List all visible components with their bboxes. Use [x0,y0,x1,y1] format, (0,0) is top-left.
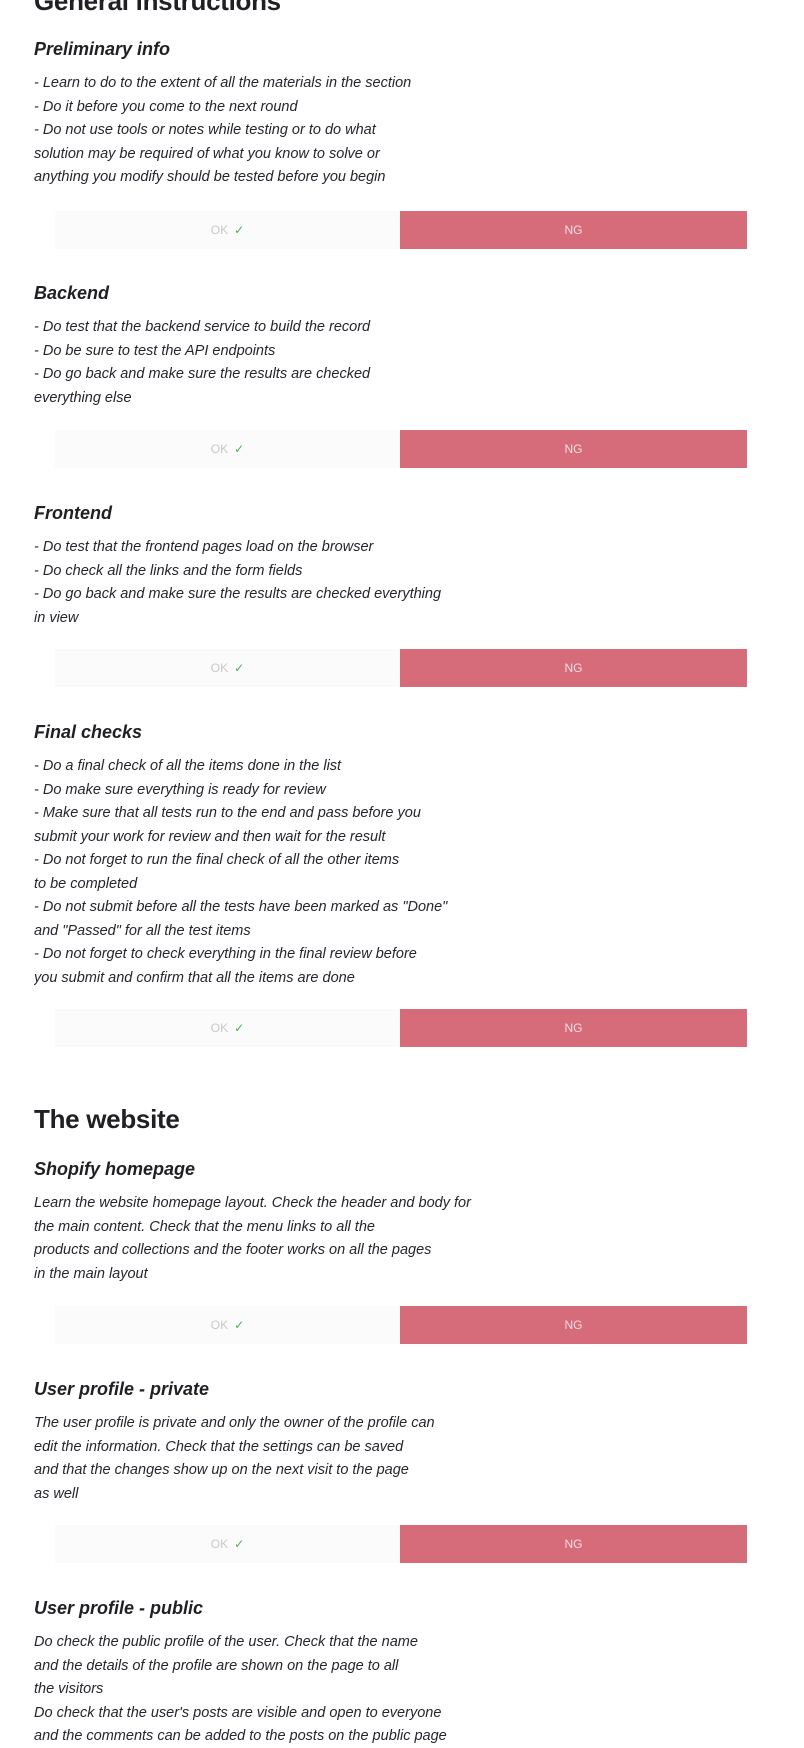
instruction-block-shopify-homepage: Shopify homepage Learn the website homep… [34,1158,774,1286]
instruction-line: and the comments can be added to the pos… [34,1728,447,1744]
ok-label: OK [210,1537,229,1551]
ng-button[interactable]: NG [400,211,747,249]
instruction-block-backend: Backend - Do test that the backend servi… [34,282,774,410]
instruction-line: - Do test that the backend service to bu… [34,319,371,335]
section-title-website: The website [34,1104,180,1134]
ok-button[interactable]: OK ✓ [55,1009,400,1047]
instruction-line: solution may be required of what you kno… [34,145,380,162]
instruction-line: as well [34,1485,79,1502]
instruction-lines: - Do a final check of all the items done… [34,755,774,990]
ok-button[interactable]: OK ✓ [55,649,400,687]
instruction-line: Do check the public profile of the user.… [34,1634,418,1650]
instruction-line: the main content. Check that the menu li… [34,1218,375,1235]
check-icon: ✓ [234,1021,245,1035]
instruction-line: and the details of the profile are shown… [34,1657,399,1674]
instruction-lines: Learn the website homepage layout. Check… [34,1192,774,1286]
ok-button[interactable]: OK ✓ [55,1525,400,1563]
ok-label: OK [210,223,229,237]
block-title: Shopify homepage [34,1159,196,1179]
instruction-line: - Do go back and make sure the results a… [34,366,371,382]
ok-button[interactable]: OK ✓ [55,211,400,249]
review-buttons: OK ✓ NG [55,649,747,687]
block-title: Final checks [34,722,143,742]
instruction-line: everything else [34,389,132,406]
check-icon: ✓ [234,223,245,237]
instruction-line: - Do not use tools or notes while testin… [34,122,376,138]
review-buttons: OK ✓ NG [55,211,747,249]
ng-button[interactable]: NG [400,1306,747,1344]
ok-label: OK [210,1318,229,1332]
instruction-block-final-checks: Final checks - Do a final check of all t… [34,721,774,990]
instruction-block-user-profile-public: User profile - public Do check the publi… [34,1597,774,1748]
instruction-line: - Do it before you come to the next roun… [34,98,298,115]
instruction-line: in the main layout [34,1265,148,1282]
review-buttons: OK ✓ NG [55,1525,747,1563]
instruction-line: the visitors [34,1681,104,1697]
instruction-line: you submit and confirm that all the item… [34,969,355,986]
block-title: Backend [34,283,110,303]
instruction-line: - Do not forget to run the final check o… [34,852,400,868]
check-icon: ✓ [234,1537,245,1551]
instruction-line: - Do test that the frontend pages load o… [34,539,374,555]
section-title-general: General instructions [34,0,281,16]
instruction-line: in view [34,609,79,626]
instruction-line: and "Passed" for all the test items [34,922,251,939]
instruction-line: - Do not submit before all the tests hav… [34,899,448,915]
instruction-lines: - Do test that the frontend pages load o… [34,536,774,630]
ok-button[interactable]: OK ✓ [55,1306,400,1344]
instruction-line: - Do go back and make sure the results a… [34,586,442,602]
instruction-line: - Do be sure to test the API endpoints [34,342,276,359]
instruction-line: - Do a final check of all the items done… [34,758,342,774]
instruction-lines: The user profile is private and only the… [34,1412,774,1506]
ok-label: OK [210,442,229,456]
ng-button[interactable]: NG [400,1525,747,1563]
instruction-block-user-profile-private: User profile - private The user profile … [34,1378,774,1506]
instruction-line: Learn the website homepage layout. Check… [34,1195,471,1211]
ng-button[interactable]: NG [400,649,747,687]
review-buttons: OK ✓ NG [55,430,747,468]
instruction-lines: - Do test that the backend service to bu… [34,316,774,410]
instruction-line: to be completed [34,875,138,892]
instruction-line: edit the information. Check that the set… [34,1438,404,1455]
instruction-line: The user profile is private and only the… [34,1415,435,1431]
instruction-line: - Do make sure everything is ready for r… [34,781,326,798]
instruction-line: - Learn to do to the extent of all the m… [34,75,412,91]
block-title: Preliminary info [34,39,171,59]
check-icon: ✓ [234,661,245,675]
instruction-lines: Do check the public profile of the user.… [34,1631,774,1748]
block-title: User profile - public [34,1598,204,1618]
instruction-line: Do check that the user's posts are visib… [34,1704,442,1721]
review-buttons: OK ✓ NG [55,1306,747,1344]
instruction-line: and that the changes show up on the next… [34,1462,409,1478]
instruction-line: submit your work for review and then wai… [34,828,386,845]
instructions-page: General instructions Preliminary info - … [0,0,804,1748]
instruction-lines: - Learn to do to the extent of all the m… [34,72,774,190]
ok-label: OK [210,661,229,675]
instruction-block-frontend: Frontend - Do test that the frontend pag… [34,502,774,630]
instruction-block-preliminary: Preliminary info - Learn to do to the ex… [34,38,774,190]
check-icon: ✓ [234,442,245,456]
review-buttons: OK ✓ NG [55,1009,747,1047]
instruction-line: - Do not forget to check everything in t… [34,946,417,962]
ng-button[interactable]: NG [400,430,747,468]
instruction-line: - Make sure that all tests run to the en… [34,805,421,821]
block-title: User profile - private [34,1379,210,1399]
instruction-line: products and collections and the footer … [34,1242,432,1258]
instruction-line: anything you modify should be tested bef… [34,169,386,185]
ok-button[interactable]: OK ✓ [55,430,400,468]
block-title: Frontend [34,503,112,523]
check-icon: ✓ [234,1318,245,1332]
ng-button[interactable]: NG [400,1009,747,1047]
instruction-line: - Do check all the links and the form fi… [34,562,303,579]
ok-label: OK [210,1021,229,1035]
